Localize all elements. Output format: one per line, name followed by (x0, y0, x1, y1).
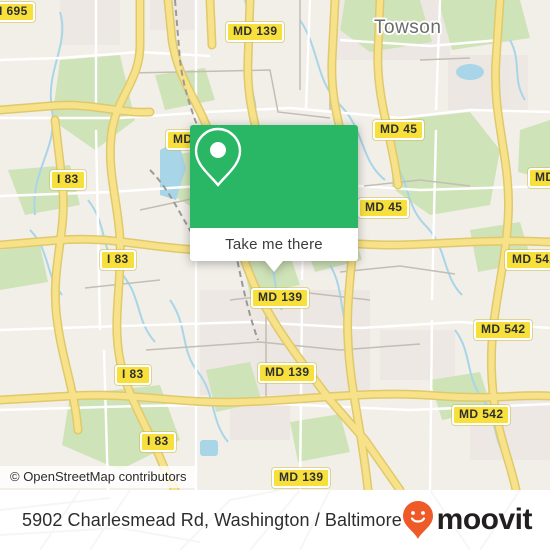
road-shield-md542-right[interactable]: MD 542 (474, 320, 533, 340)
road-shield-md139-top[interactable]: MD 139 (226, 22, 285, 42)
moovit-wordmark: moovit (436, 503, 533, 536)
road-shield-md139-lower[interactable]: MD 139 (258, 363, 317, 383)
road-shield-i83-mid-left[interactable]: I 83 (100, 250, 136, 270)
screenshot-root: I 695 MD 139 MD 45 MD I 83 MD MD 45 I 83… (0, 0, 550, 550)
road-shield-md45-upper[interactable]: MD 45 (373, 120, 425, 140)
road-shield-i83-upper-left[interactable]: I 83 (50, 170, 86, 190)
map-canvas[interactable]: I 695 MD 139 MD 45 MD I 83 MD MD 45 I 83… (0, 0, 550, 490)
road-shield-md45-lower[interactable]: MD 45 (358, 198, 410, 218)
road-shield-md542-bottom[interactable]: MD 542 (452, 405, 511, 425)
popup-pin-area (190, 125, 358, 228)
map-pin-icon (194, 127, 242, 187)
take-me-there-label: Take me there (225, 236, 323, 253)
road-shield-md139-bottom[interactable]: MD 139 (272, 468, 331, 488)
road-shield-i695-top-left[interactable]: I 695 (0, 2, 35, 22)
take-me-there-button[interactable]: Take me there (190, 228, 358, 261)
road-shield-md139-center[interactable]: MD 139 (251, 288, 310, 308)
popup-tail-pointer (265, 261, 283, 272)
road-shield-md-right-edge[interactable]: MD (528, 168, 550, 188)
place-label-towson: Towson (374, 17, 442, 38)
road-shield-i83-bottom-left[interactable]: I 83 (140, 432, 176, 452)
moovit-pin-smiley-icon (402, 501, 433, 539)
moovit-logo[interactable]: moovit (402, 490, 533, 550)
footer-bar: 5902 Charlesmead Rd, Washington / Baltim… (0, 490, 550, 550)
road-shield-i83-lower-left[interactable]: I 83 (115, 365, 151, 385)
location-popup-card[interactable]: Take me there (190, 125, 358, 272)
osm-attribution[interactable]: © OpenStreetMap contributors (0, 466, 195, 488)
address-label: 5902 Charlesmead Rd, Washington / Baltim… (22, 509, 402, 530)
road-shield-md542-upper-right[interactable]: MD 542 (505, 250, 550, 270)
